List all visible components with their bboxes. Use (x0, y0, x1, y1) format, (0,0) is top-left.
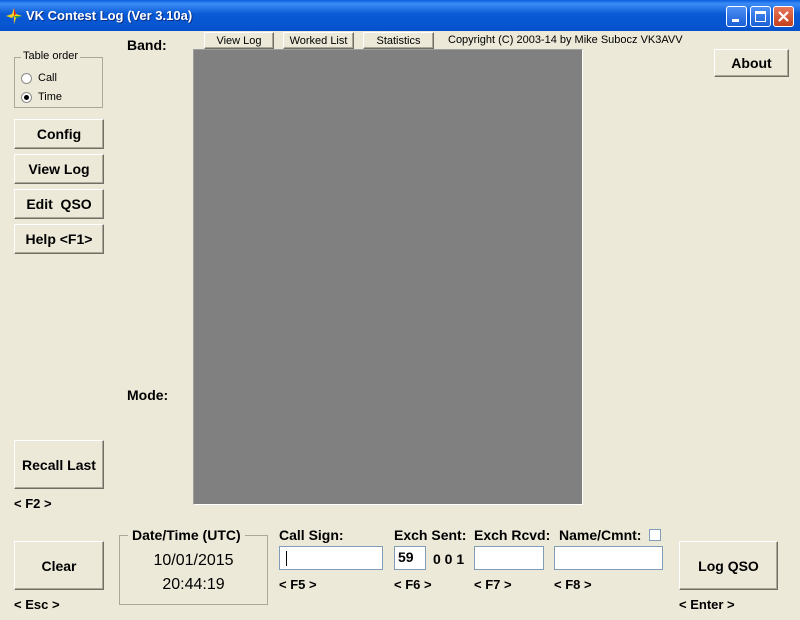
name-cmnt-label: Name/Cmnt: (559, 527, 642, 543)
exch-sent-input[interactable]: 59 (394, 546, 426, 570)
clear-hint: < Esc > (14, 597, 60, 612)
radio-call[interactable]: Call (21, 72, 57, 84)
recall-last-button[interactable]: Recall Last (14, 440, 104, 489)
window-title: VK Contest Log (Ver 3.10a) (26, 8, 193, 23)
exch-rcvd-input[interactable] (474, 546, 544, 570)
view-log-button[interactable]: View Log (14, 154, 104, 184)
edit-qso-button[interactable]: Edit QSO (14, 189, 104, 219)
close-icon (778, 11, 789, 22)
statistics-button[interactable]: Statistics (363, 32, 434, 49)
datetime-legend: Date/Time (UTC) (128, 527, 245, 543)
name-cmnt-input[interactable] (554, 546, 663, 570)
call-sign-label: Call Sign: (279, 527, 344, 543)
main-window: VK Contest Log (Ver 3.10a) Table order C… (0, 0, 800, 620)
config-button[interactable]: Config (14, 119, 104, 149)
close-button[interactable] (773, 6, 794, 27)
radio-time-indicator[interactable] (21, 91, 32, 103)
time-value: 20:44:19 (162, 576, 225, 593)
minimize-icon (732, 19, 739, 22)
band-label: Band: (127, 37, 167, 53)
exch-rcvd-hint: < F7 > (474, 577, 512, 592)
mode-label: Mode: (127, 387, 169, 403)
toolbar-view-log-button[interactable]: View Log (204, 32, 274, 49)
exch-sent-hint: < F6 > (394, 577, 432, 592)
date-value: 10/01/2015 (153, 552, 234, 569)
app-icon (6, 8, 22, 24)
recall-hint: < F2 > (14, 496, 52, 511)
call-sign-hint: < F5 > (279, 577, 317, 592)
datetime-group (119, 535, 268, 605)
about-button[interactable]: About (714, 49, 789, 77)
call-sign-input[interactable] (279, 546, 383, 570)
exch-sent-label: Exch Sent: (394, 527, 467, 543)
title-bar[interactable]: VK Contest Log (Ver 3.10a) (0, 0, 800, 31)
log-qso-button[interactable]: Log QSO (679, 541, 778, 590)
help-button[interactable]: Help <F1> (14, 224, 104, 254)
maximize-icon (755, 11, 766, 22)
radio-call-indicator[interactable] (21, 72, 32, 84)
radio-time[interactable]: Time (21, 91, 62, 103)
clear-button[interactable]: Clear (14, 541, 104, 590)
log-display-panel (193, 49, 583, 505)
table-order-group: Table order Call Time (14, 50, 103, 108)
copyright-text: Copyright (C) 2003-14 by Mike Subocz VK3… (448, 34, 683, 46)
serial-number: 0 0 1 (433, 551, 465, 567)
radio-call-label: Call (38, 72, 57, 84)
maximize-button[interactable] (750, 6, 771, 27)
log-qso-hint: < Enter > (679, 597, 735, 612)
table-order-legend: Table order (21, 50, 81, 62)
name-cmnt-hint: < F8 > (554, 577, 592, 592)
worked-list-button[interactable]: Worked List (283, 32, 354, 49)
minimize-button[interactable] (726, 6, 747, 27)
exch-rcvd-label: Exch Rcvd: (474, 527, 551, 543)
name-cmnt-checkbox[interactable] (649, 529, 661, 541)
radio-time-label: Time (38, 91, 63, 103)
